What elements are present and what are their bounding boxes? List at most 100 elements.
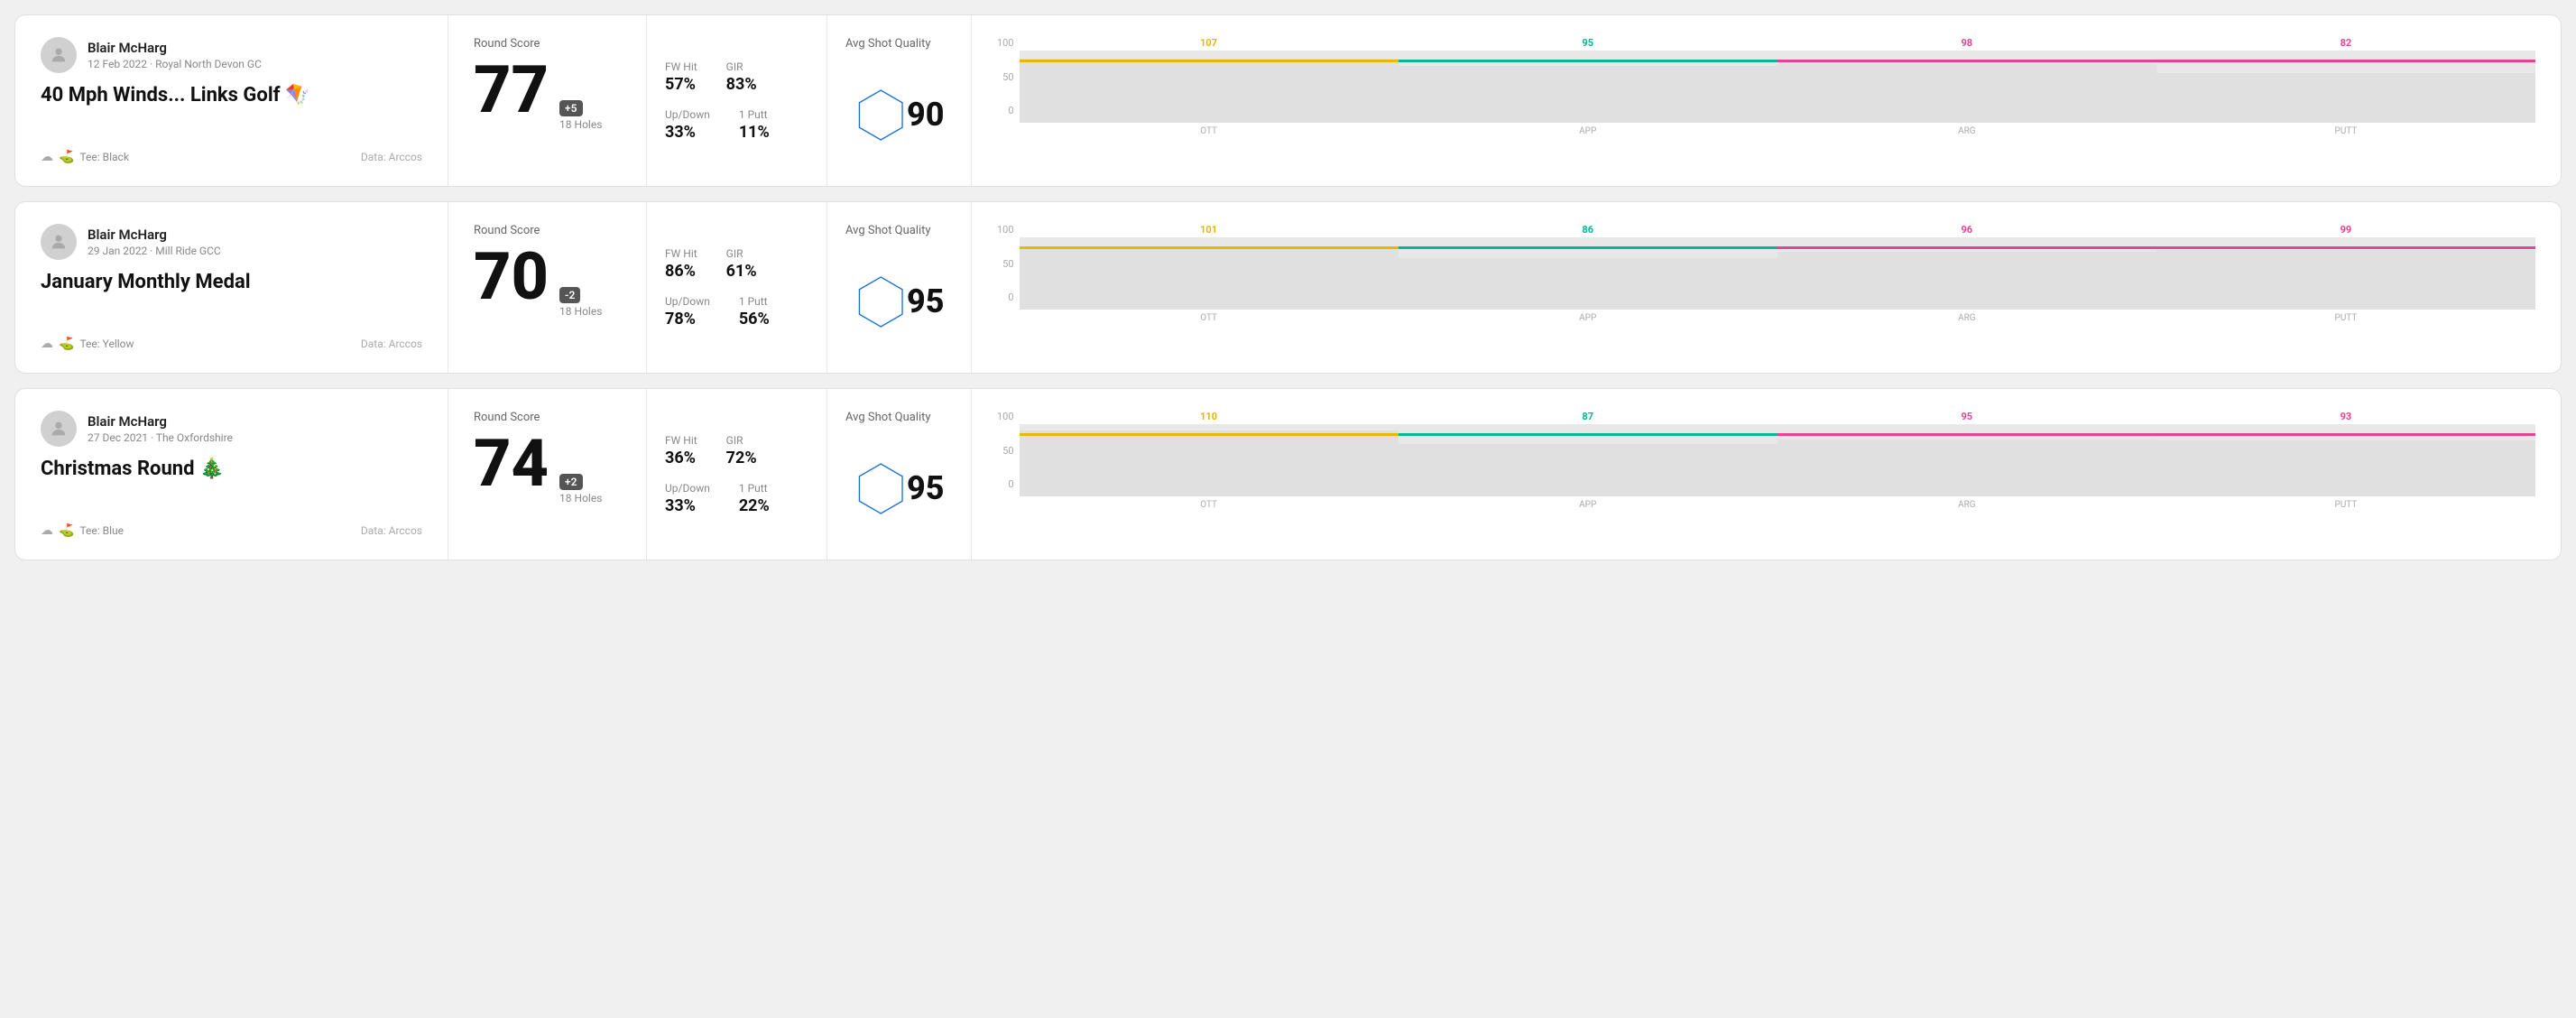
- fw-hit-label: FW Hit: [665, 247, 697, 260]
- card-stats-section: FW Hit 36% GIR 72% Up/Down 33% 1 Putt: [647, 389, 827, 560]
- updown-label: Up/Down: [665, 108, 710, 121]
- player-info: Blair McHarg 27 Dec 2021 · The Oxfordshi…: [88, 413, 233, 444]
- gir-value: 61%: [726, 262, 757, 281]
- quality-label: Avg Shot Quality: [845, 411, 931, 424]
- gir-label: GIR: [726, 247, 757, 260]
- updown-label: Up/Down: [665, 482, 710, 495]
- fw-hit-value: 86%: [665, 262, 697, 281]
- player-info: Blair McHarg 29 Jan 2022 · Mill Ride GCC: [88, 227, 221, 257]
- score-value: 74: [474, 431, 549, 496]
- tee-label: Tee: Blue: [79, 524, 124, 537]
- score-row: 77 +5 18 Holes: [474, 58, 621, 131]
- oneputt-value: 56%: [739, 310, 770, 329]
- updown-stat: Up/Down 33%: [665, 108, 710, 142]
- fw-hit-stat: FW Hit 36%: [665, 434, 697, 467]
- player-header: Blair McHarg 27 Dec 2021 · The Oxfordshi…: [41, 411, 422, 447]
- card-player-section: Blair McHarg 29 Jan 2022 · Mill Ride GCC…: [15, 202, 448, 373]
- oneputt-stat: 1 Putt 22%: [739, 482, 770, 515]
- score-badge: +5: [559, 100, 582, 116]
- fw-hit-label: FW Hit: [665, 434, 697, 447]
- card-player-section: Blair McHarg 12 Feb 2022 · Royal North D…: [15, 15, 448, 186]
- stat-group-bottom: Up/Down 78% 1 Putt 56%: [665, 295, 808, 329]
- fw-hit-stat: FW Hit 86%: [665, 247, 697, 281]
- stat-group-top: FW Hit 36% GIR 72%: [665, 434, 808, 467]
- stat-group-bottom: Up/Down 33% 1 Putt 22%: [665, 482, 808, 515]
- tee-info: ☁ ⛳ Tee: Blue: [41, 523, 124, 538]
- card-stats-section: FW Hit 86% GIR 61% Up/Down 78% 1 Putt: [647, 202, 827, 373]
- card-footer: ☁ ⛳ Tee: Yellow Data: Arccos: [41, 337, 422, 351]
- oneputt-label: 1 Putt: [739, 295, 770, 308]
- stat-group-bottom: Up/Down 33% 1 Putt 11%: [665, 108, 808, 142]
- gir-label: GIR: [726, 434, 757, 447]
- card-quality-section: Avg Shot Quality 90: [827, 15, 972, 186]
- avatar: [41, 411, 77, 447]
- player-meta: 27 Dec 2021 · The Oxfordshire: [88, 431, 233, 444]
- quality-label: Avg Shot Quality: [845, 37, 931, 51]
- card-stats-section: FW Hit 57% GIR 83% Up/Down 33% 1 Putt: [647, 15, 827, 186]
- round-title: 40 Mph Winds... Links Golf 🪁: [41, 84, 422, 107]
- score-row: 74 +2 18 Holes: [474, 431, 621, 504]
- gir-value: 72%: [726, 449, 757, 467]
- round-card: Blair McHarg 12 Feb 2022 · Royal North D…: [14, 14, 2562, 187]
- tee-icon: ⛳: [59, 337, 74, 351]
- round-title: Christmas Round 🎄: [41, 458, 422, 481]
- updown-value: 33%: [665, 496, 710, 515]
- quality-label: Avg Shot Quality: [845, 224, 931, 237]
- round-score-label: Round Score: [474, 224, 621, 237]
- oneputt-value: 22%: [739, 496, 770, 515]
- card-footer: ☁ ⛳ Tee: Blue Data: Arccos: [41, 523, 422, 538]
- player-name: Blair McHarg: [88, 413, 233, 430]
- score-badge: -2: [559, 287, 580, 303]
- player-header: Blair McHarg 12 Feb 2022 · Royal North D…: [41, 37, 422, 73]
- stat-group-top: FW Hit 57% GIR 83%: [665, 60, 808, 94]
- score-value: 77: [474, 58, 549, 123]
- fw-hit-label: FW Hit: [665, 60, 697, 73]
- card-score-section: Round Score 77 +5 18 Holes: [448, 15, 647, 186]
- tee-info: ☁ ⛳ Tee: Black: [41, 150, 129, 164]
- card-chart-section: 100500 101 OTT 86 APP 96: [972, 202, 2561, 373]
- tee-icon: ⛳: [59, 523, 74, 538]
- tee-label: Tee: Yellow: [79, 338, 134, 350]
- weather-icon: ☁: [41, 523, 53, 538]
- quality-value: 90: [907, 96, 945, 134]
- round-card: Blair McHarg 27 Dec 2021 · The Oxfordshi…: [14, 388, 2562, 560]
- hexagon-container: 95: [854, 252, 945, 351]
- gir-label: GIR: [726, 60, 757, 73]
- round-card: Blair McHarg 29 Jan 2022 · Mill Ride GCC…: [14, 201, 2562, 374]
- gir-stat: GIR 72%: [726, 434, 757, 467]
- tee-icon: ⛳: [59, 150, 74, 164]
- oneputt-stat: 1 Putt 56%: [739, 295, 770, 329]
- holes-label: 18 Holes: [559, 305, 602, 318]
- updown-stat: Up/Down 33%: [665, 482, 710, 515]
- quality-value: 95: [907, 282, 945, 320]
- card-chart-section: 100500 107 OTT 95 APP 98: [972, 15, 2561, 186]
- tee-label: Tee: Black: [79, 151, 128, 163]
- quality-value: 95: [907, 469, 945, 507]
- oneputt-value: 11%: [739, 123, 770, 142]
- stat-group-top: FW Hit 86% GIR 61%: [665, 247, 808, 281]
- player-header: Blair McHarg 29 Jan 2022 · Mill Ride GCC: [41, 224, 422, 260]
- weather-icon: ☁: [41, 337, 53, 351]
- card-quality-section: Avg Shot Quality 95: [827, 202, 972, 373]
- card-footer: ☁ ⛳ Tee: Black Data: Arccos: [41, 150, 422, 164]
- oneputt-label: 1 Putt: [739, 482, 770, 495]
- data-source: Data: Arccos: [361, 151, 422, 163]
- player-info: Blair McHarg 12 Feb 2022 · Royal North D…: [88, 40, 262, 70]
- weather-icon: ☁: [41, 150, 53, 164]
- holes-label: 18 Holes: [559, 118, 602, 131]
- player-name: Blair McHarg: [88, 40, 262, 56]
- avatar: [41, 37, 77, 73]
- player-meta: 29 Jan 2022 · Mill Ride GCC: [88, 245, 221, 257]
- data-source: Data: Arccos: [361, 524, 422, 537]
- data-source: Data: Arccos: [361, 338, 422, 350]
- tee-info: ☁ ⛳ Tee: Yellow: [41, 337, 134, 351]
- round-score-label: Round Score: [474, 411, 621, 424]
- card-score-section: Round Score 70 -2 18 Holes: [448, 202, 647, 373]
- card-quality-section: Avg Shot Quality 95: [827, 389, 972, 560]
- hexagon-container: 90: [854, 65, 945, 164]
- holes-label: 18 Holes: [559, 492, 602, 504]
- updown-value: 78%: [665, 310, 710, 329]
- updown-stat: Up/Down 78%: [665, 295, 710, 329]
- gir-value: 83%: [726, 75, 757, 94]
- card-chart-section: 100500 110 OTT 87 APP 95: [972, 389, 2561, 560]
